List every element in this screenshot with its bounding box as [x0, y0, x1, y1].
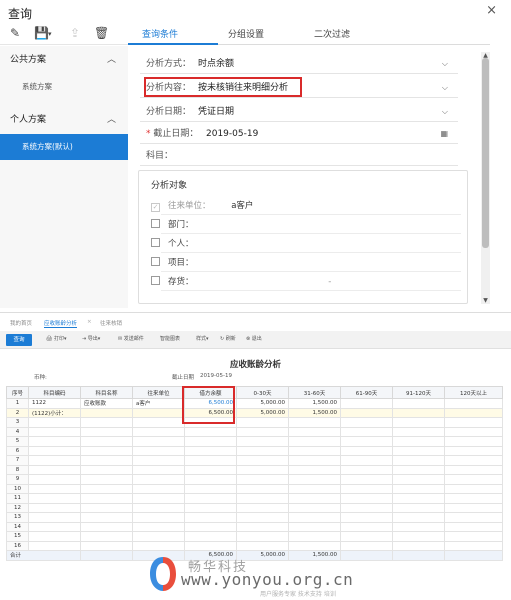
object-person-row: 个人：: [151, 237, 194, 251]
tab-home[interactable]: 我的首页: [10, 319, 32, 327]
close-button[interactable]: ×: [486, 3, 497, 18]
print-button[interactable]: 🖨 打印▾: [46, 335, 66, 342]
table-row[interactable]: 7: [6, 455, 503, 466]
report-title: 应收账龄分析: [229, 360, 281, 370]
table-row[interactable]: 4: [6, 426, 503, 437]
exit-button[interactable]: ⊗ 退出: [246, 335, 262, 342]
dialog-scrollbar[interactable]: ▲ ▼: [481, 52, 490, 304]
dialog-tabs: 查询条件 分组设置 二次过滤: [128, 22, 490, 45]
analysis-date-select[interactable]: 分析日期： 凭证日期 ⌵: [140, 102, 458, 122]
unit-checkbox[interactable]: ✓: [151, 203, 160, 212]
table-row[interactable]: 8: [6, 464, 503, 475]
tab-aging-analysis[interactable]: 应收账龄分析: [44, 319, 78, 328]
table-row[interactable]: 13: [6, 512, 503, 523]
refresh-button[interactable]: ↻ 刷新: [220, 335, 236, 342]
group-title: 分析对象: [151, 181, 188, 191]
subject-field[interactable]: 科目：: [140, 146, 458, 166]
highlight-box: [182, 386, 235, 424]
analysis-method-select[interactable]: 分析方式： 时点余额 ⌵: [140, 54, 458, 74]
tab-query-conditions[interactable]: 查询条件: [142, 27, 178, 40]
edit-icon[interactable]: ✎: [10, 26, 20, 40]
dialog-title: 查询: [8, 7, 33, 21]
query-button[interactable]: 查询: [6, 334, 32, 346]
table-row[interactable]: 1 1122 应收账款 a客户 6,500.00 5,000.00 1,500.…: [6, 398, 503, 409]
tab-secondary-filter[interactable]: 二次过滤: [314, 27, 350, 40]
smart-chart-button[interactable]: 智能图表: [160, 335, 180, 342]
table-row[interactable]: 9: [6, 474, 503, 485]
table-row[interactable]: 15: [6, 531, 503, 542]
report-toolbar: 查询 🖨 打印▾ ⇥ 导出▾ ✉ 发送邮件 智能图表 样式▾ ↻ 刷新 ⊗ 退出: [0, 331, 511, 349]
watermark-logo-icon: [150, 557, 176, 591]
share-icon: ⇪: [70, 26, 81, 40]
object-inventory-row: 存货： -: [151, 275, 331, 289]
style-button[interactable]: 样式▾: [196, 335, 209, 342]
cutoff-value: 2019-05-19: [200, 373, 232, 379]
watermark-url: www.yonyou.org.cn: [181, 570, 354, 589]
chevron-down-icon: ⌵: [441, 59, 448, 68]
active-tab-indicator: [128, 43, 218, 45]
table-row-total: 合计 6,500.00 5,000.00 1,500.00: [6, 550, 503, 561]
report-tabs: 我的首页 应收账龄分析 × 往来核销: [0, 317, 511, 329]
watermark-subtext: 用户服务专家 技术支持 培训: [260, 591, 336, 598]
table-row[interactable]: 14: [6, 521, 503, 532]
close-tab-icon[interactable]: ×: [87, 319, 92, 325]
scroll-down-icon[interactable]: ▼: [481, 297, 490, 304]
tab-verification[interactable]: 往来核销: [100, 319, 122, 327]
person-checkbox[interactable]: [151, 238, 160, 247]
table-row[interactable]: 11: [6, 493, 503, 504]
save-icon[interactable]: 💾: [34, 26, 49, 40]
query-dialog: 查询 × ✎ 💾 ▾ ⇪ 🗑 公共方案 ︿ 系统方案 个人方案 ︿ 系统方案(默…: [0, 0, 511, 308]
public-scheme-header[interactable]: 公共方案 ︿: [0, 46, 128, 74]
send-email-button[interactable]: ✉ 发送邮件: [118, 335, 144, 342]
calendar-icon[interactable]: ▦: [440, 124, 448, 144]
scheme-item-system[interactable]: 系统方案: [0, 74, 128, 100]
currency-label: 币种:: [34, 375, 47, 381]
scheme-panel: 公共方案 ︿ 系统方案 个人方案 ︿ 系统方案(默认): [0, 46, 128, 308]
export-button[interactable]: ⇥ 导出▾: [82, 335, 100, 342]
object-project-row: 项目：: [151, 256, 194, 270]
table-row[interactable]: 10: [6, 483, 503, 494]
delete-icon[interactable]: 🗑: [94, 26, 109, 40]
dept-checkbox[interactable]: [151, 219, 160, 228]
table-header: 序号 科目编码 科目名称 往来单位 借方余额 0-30天 31-60天 61-9…: [6, 386, 503, 399]
table-row[interactable]: 5: [6, 436, 503, 447]
analysis-object-group: 分析对象 ✓ 往来单位： a客户 部门： 个人： 项目： 存货： -: [138, 170, 468, 304]
table-row[interactable]: 6: [6, 445, 503, 456]
inventory-checkbox[interactable]: [151, 276, 160, 285]
chevron-down-icon[interactable]: ▾: [48, 30, 52, 38]
scheme-toolbar: ✎ 💾 ▾ ⇪ 🗑: [0, 22, 128, 45]
table-row[interactable]: 12: [6, 502, 503, 513]
table-row[interactable]: 16: [6, 540, 503, 551]
empty-rows: 3 4 5 6 7 8 9 10 11 12 13 14 15 16: [6, 417, 503, 551]
chevron-up-icon: ︿: [106, 115, 116, 125]
chevron-down-icon: ⌵: [441, 107, 448, 116]
personal-scheme-header[interactable]: 个人方案 ︿: [0, 106, 128, 134]
chevron-up-icon: ︿: [106, 55, 116, 65]
table-row[interactable]: 3: [6, 417, 503, 428]
highlight-box: [144, 77, 302, 97]
object-unit-row: ✓ 往来单位： a客户: [151, 201, 254, 212]
scheme-item-default[interactable]: 系统方案(默认): [0, 134, 128, 160]
table-row-subtotal[interactable]: 2 (1122)小计： 6,500.00 5,000.00 1,500.00: [6, 407, 503, 418]
object-dept-row: 部门：: [151, 218, 194, 232]
cutoff-date-field[interactable]: * 截止日期： 2019-05-19 ▦: [140, 124, 458, 144]
chevron-down-icon: ⌵: [441, 83, 448, 92]
scroll-thumb[interactable]: [482, 58, 489, 248]
aging-table: 序号 科目编码 科目名称 往来单位 借方余额 0-30天 31-60天 61-9…: [6, 386, 503, 561]
project-checkbox[interactable]: [151, 257, 160, 266]
report-window: 我的首页 应收账龄分析 × 往来核销 查询 🖨 打印▾ ⇥ 导出▾ ✉ 发送邮件…: [0, 312, 511, 600]
cutoff-label: 截止日期: [172, 375, 195, 381]
tab-group-settings[interactable]: 分组设置: [228, 27, 264, 40]
